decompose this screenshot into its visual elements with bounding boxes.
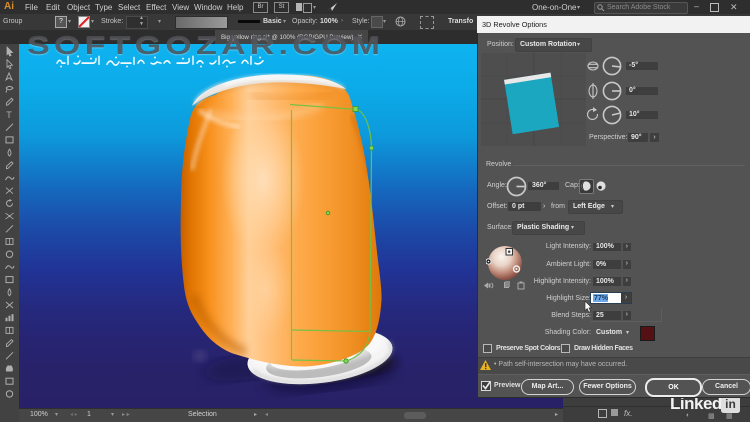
svg-text:T: T [6, 110, 12, 120]
